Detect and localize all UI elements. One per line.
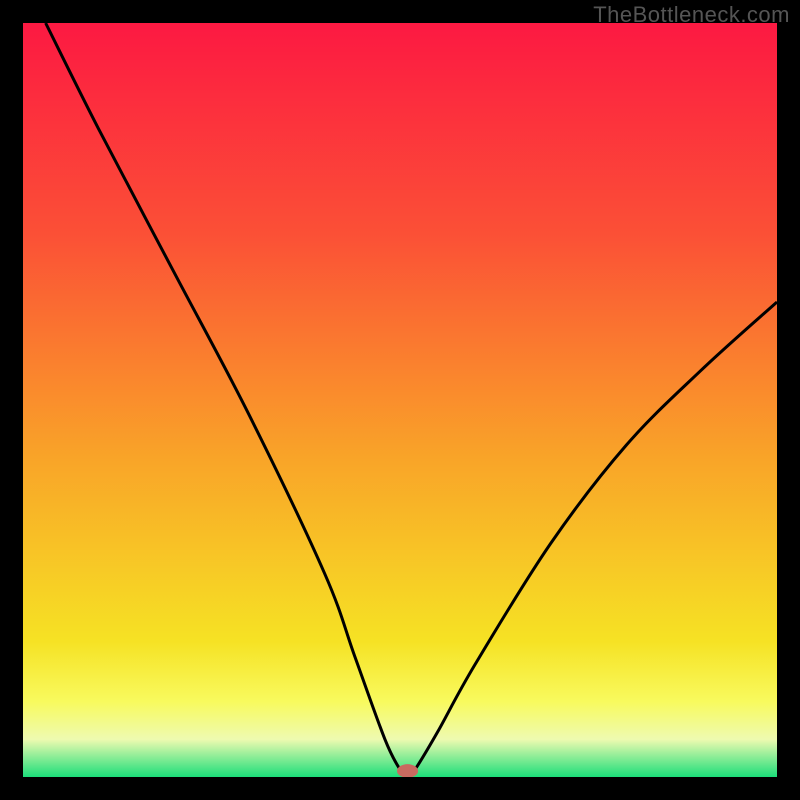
watermark-text: TheBottleneck.com bbox=[593, 2, 790, 28]
bottleneck-plot bbox=[23, 23, 777, 777]
gradient-background bbox=[23, 23, 777, 777]
chart-frame: TheBottleneck.com bbox=[0, 0, 800, 800]
